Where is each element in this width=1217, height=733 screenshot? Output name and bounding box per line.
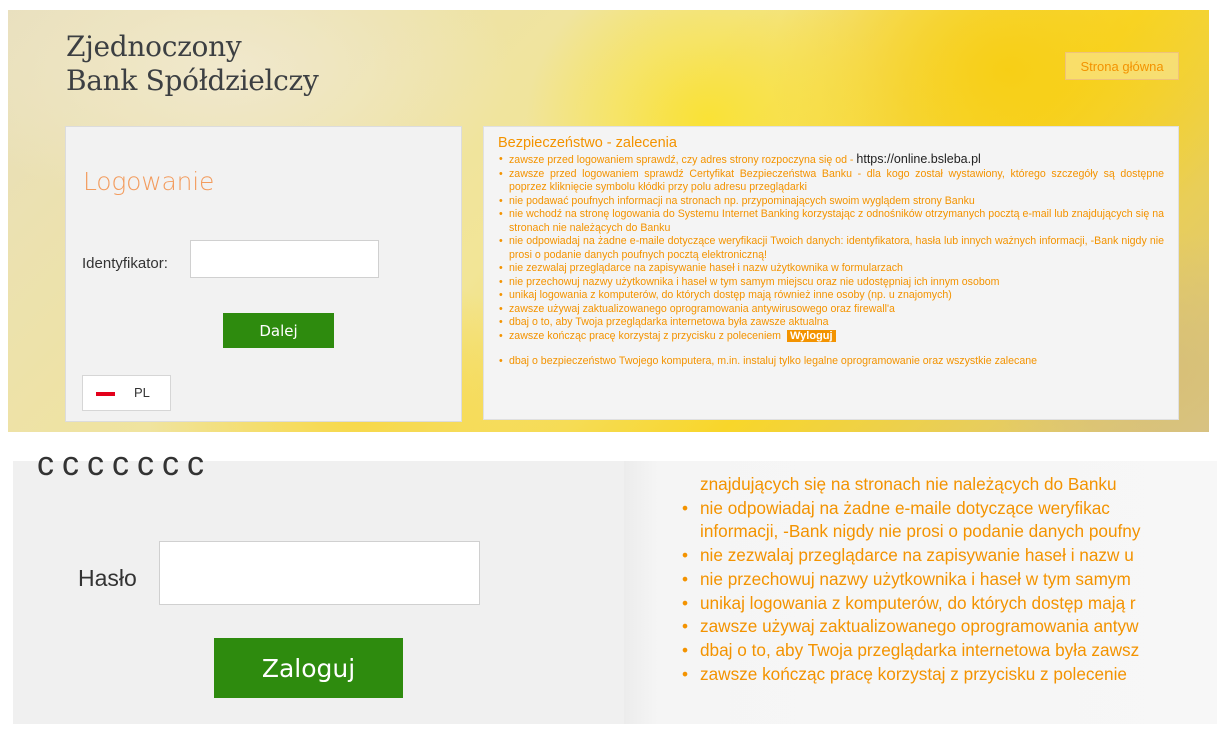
password-label: Hasło: [78, 565, 137, 591]
login-button[interactable]: Zaloguj: [214, 638, 403, 698]
security-line: nie przechowuj nazwy użytkownika i haseł…: [673, 568, 1217, 592]
next-button[interactable]: Dalej: [223, 313, 334, 348]
password-input[interactable]: [159, 541, 480, 605]
security-item: nie podawać poufnych informacji na stron…: [498, 195, 1164, 209]
security-recommendations-zoomed: znajdujących się na stronach nie należąc…: [624, 461, 1217, 724]
polish-flag-icon: [96, 392, 115, 396]
security-item: zawsze używaj zaktualizowanego oprogramo…: [498, 303, 1164, 317]
bank-name-line-2: Bank Spółdzielczy: [66, 64, 319, 97]
login-title: Logowanie: [83, 167, 215, 196]
security-item: nie wchodź na stronę logowania do System…: [498, 208, 1164, 235]
identifier-label: Identyfikator:: [82, 255, 168, 272]
security-item: zawsze kończąc pracę korzystaj z przycis…: [498, 329, 1164, 344]
security-line: zawsze kończąc pracę korzystaj z przycis…: [673, 663, 1217, 687]
security-item: nie zezwalaj przeglądarce na zapisywanie…: [498, 262, 1164, 276]
security-line: znajdujących się na stronach nie należąc…: [700, 474, 1117, 494]
security-line: dbaj o to, aby Twoja przeglądarka intern…: [673, 639, 1217, 663]
security-line: nie odpowiadaj na żadne e-maile dotycząc…: [673, 497, 1217, 521]
password-page-screenshot: ccccccc Hasło Zaloguj znajdujących się n…: [0, 436, 1217, 733]
security-item: nie odpowiadaj na żadne e-maile dotycząc…: [498, 235, 1164, 262]
login-panel: Logowanie Identyfikator: Dalej PL: [65, 126, 462, 422]
language-selector[interactable]: PL: [82, 375, 171, 411]
security-item: zawsze przed logowaniem sprawdź, czy adr…: [498, 152, 1164, 168]
bank-name-line-1: Zjednoczony: [66, 30, 242, 63]
identifier-input[interactable]: [190, 240, 379, 278]
bank-url: https://online.bsleba.pl: [856, 152, 981, 166]
security-item: zawsze przed logowaniem sprawdź Certyfik…: [498, 168, 1164, 195]
security-line: unikaj logowania z komputerów, do któryc…: [673, 592, 1217, 616]
security-item: dbaj o bezpieczeństwo Twojego komputera,…: [498, 355, 1164, 369]
login-page-screenshot: Zjednoczony Bank Spółdzielczy Strona głó…: [8, 10, 1209, 432]
security-line: informacji, -Bank nigdy nie prosi o poda…: [700, 521, 1141, 542]
security-title: Bezpieczeństwo - zalecenia: [498, 135, 677, 151]
bank-logo: Zjednoczony Bank Spółdzielczy: [66, 30, 319, 98]
home-page-link[interactable]: Strona główna: [1065, 52, 1179, 80]
cropped-identifier-text: ccccccc: [37, 445, 212, 483]
security-list-zoomed: znajdujących się na stronach nie należąc…: [673, 473, 1217, 686]
password-panel: ccccccc Hasło Zaloguj: [13, 445, 624, 724]
security-list: zawsze przed logowaniem sprawdź, czy adr…: [498, 152, 1164, 369]
security-recommendations-panel: Bezpieczeństwo - zalecenia zawsze przed …: [483, 126, 1179, 420]
security-line: nie zezwalaj przeglądarce na zapisywanie…: [673, 544, 1217, 568]
security-item: unikaj logowania z komputerów, do któryc…: [498, 289, 1164, 303]
logout-badge: Wyloguj: [786, 329, 836, 342]
security-item: nie przechowuj nazwy użytkownika i haseł…: [498, 276, 1164, 290]
language-code: PL: [134, 385, 150, 400]
security-line: zawsze używaj zaktualizowanego oprogramo…: [673, 615, 1217, 639]
security-item: dbaj o to, aby Twoja przeglądarka intern…: [498, 316, 1164, 330]
